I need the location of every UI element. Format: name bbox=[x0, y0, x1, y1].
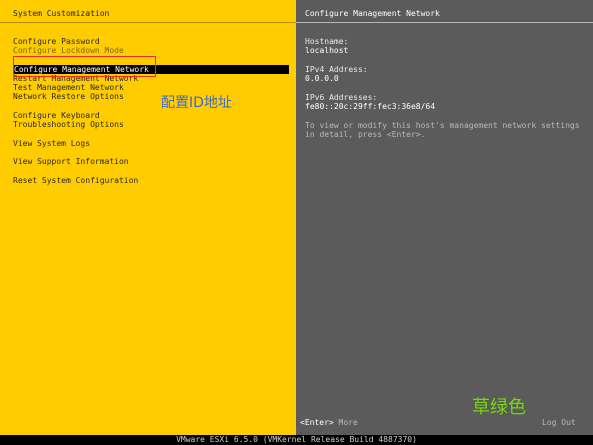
annotation-configure-ip: 配置ID地址 bbox=[161, 95, 232, 111]
menu-item-troubleshooting-options[interactable]: Troubleshooting Options bbox=[13, 120, 124, 129]
red-highlight-box bbox=[13, 56, 156, 77]
annotation-grass-green: 草绿色 bbox=[472, 397, 526, 418]
right-title-bar: Configure Management Network bbox=[296, 0, 593, 23]
footer-more-hint[interactable]: <Enter> More bbox=[300, 418, 358, 427]
menu-item-view-support-information[interactable]: View Support Information bbox=[13, 157, 129, 166]
ipv4-value: 0.0.0.0 bbox=[305, 74, 339, 83]
menu-item-network-restore-options[interactable]: Network Restore Options bbox=[13, 92, 124, 101]
right-panel-title: Configure Management Network bbox=[305, 9, 440, 18]
enter-key-label: <Enter> bbox=[300, 418, 334, 427]
more-action-label: More bbox=[338, 418, 358, 427]
esxi-dcui-screen: System Customization Configure Password … bbox=[0, 0, 593, 445]
log-out-hint[interactable]: Log Out bbox=[542, 418, 576, 427]
menu-item-reset-system-configuration[interactable]: Reset System Configuration bbox=[13, 176, 138, 185]
version-status-bar: VMware ESXi 6.5.0 (VMKernel Release Buil… bbox=[0, 435, 593, 445]
ipv4-label: IPv4 Address: bbox=[305, 65, 368, 74]
menu-item-configure-keyboard[interactable]: Configure Keyboard bbox=[13, 111, 100, 120]
menu-item-test-management-network[interactable]: Test Management Network bbox=[13, 83, 124, 92]
system-customization-panel: System Customization Configure Password … bbox=[0, 0, 296, 435]
menu-item-view-system-logs[interactable]: View System Logs bbox=[13, 139, 90, 148]
help-text: To view or modify this host's management… bbox=[305, 121, 580, 139]
menu-item-configure-lockdown-mode[interactable]: Configure Lockdown Mode bbox=[13, 46, 124, 55]
ipv6-value: fe80::20c:29ff:fec3:36e8/64 bbox=[305, 102, 436, 111]
ipv6-label: IPv6 Addresses: bbox=[305, 93, 378, 102]
left-title-bar: System Customization bbox=[0, 0, 296, 23]
hostname-value: localhost bbox=[305, 46, 349, 55]
hostname-label: Hostname: bbox=[305, 37, 349, 46]
management-network-info-panel: Configure Management Network Hostname: l… bbox=[296, 0, 593, 435]
left-panel-title: System Customization bbox=[13, 9, 110, 18]
menu-item-configure-password[interactable]: Configure Password bbox=[13, 37, 100, 46]
